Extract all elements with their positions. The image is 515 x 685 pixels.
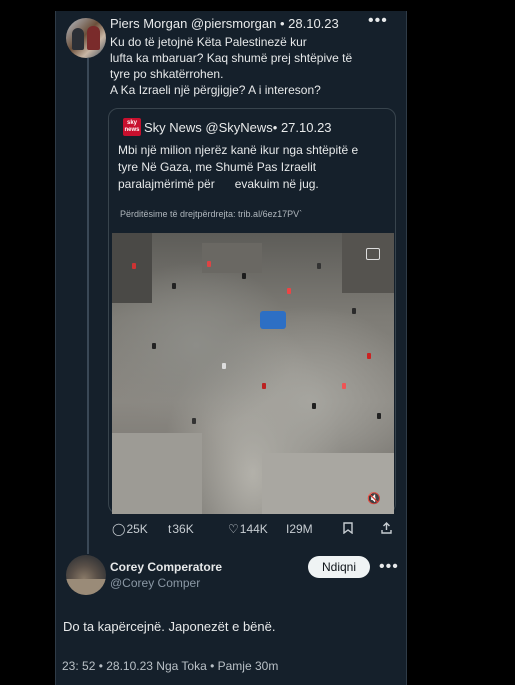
- photo-person: [317, 263, 321, 269]
- photo-person: [312, 403, 316, 409]
- avatar[interactable]: [66, 555, 106, 595]
- reply-author-name[interactable]: Corey Comperatore: [110, 560, 222, 574]
- photo-person: [242, 273, 246, 279]
- tweet-text-line: lufta ka mbaruar? Kaq shumë prej shtëpiv…: [110, 51, 353, 65]
- thread-line: [87, 58, 89, 554]
- photo-person: [152, 343, 156, 349]
- quoted-text-line: tyre Në Gaza, me Shumë Pas Izraelit: [118, 160, 317, 174]
- avatar[interactable]: [66, 18, 106, 58]
- share-icon: [381, 522, 392, 534]
- photo-person: [262, 383, 266, 389]
- like-button[interactable]: ♡144K: [228, 522, 268, 536]
- quoted-text-line: paralajmërimë për evakuim në jug.: [118, 177, 319, 191]
- avatar-ground: [66, 579, 106, 595]
- reply-meta[interactable]: 23: 52 • 28.10.23 Nga Toka • Pamje 30m: [62, 659, 278, 673]
- tweet-text-line: Ku do të jetojnë Këta Palestinezë kur: [110, 35, 307, 49]
- follow-button[interactable]: Ndiqni: [308, 556, 370, 578]
- photo-person: [287, 288, 291, 294]
- photo-person: [352, 308, 356, 314]
- more-icon[interactable]: •••: [368, 12, 388, 30]
- reply-count: 25K: [126, 522, 148, 536]
- reply-text: Do ta kapërcejnë. Japonezët e bënë.: [63, 619, 276, 634]
- avatar-figure: [87, 26, 100, 50]
- photo-person: [222, 363, 226, 369]
- tweet-text: Ku do të jetojnë Këta Palestinezë kur lu…: [110, 34, 398, 98]
- photo-person: [192, 418, 196, 424]
- photo-person: [207, 261, 211, 267]
- reply-icon: ◯: [112, 522, 126, 536]
- photo-person: [342, 383, 346, 389]
- like-count: 144K: [239, 522, 268, 536]
- more-icon[interactable]: •••: [379, 558, 399, 576]
- tweet-author-line[interactable]: Piers Morgan @piersmorgan • 28.10.23: [110, 16, 339, 31]
- mute-icon[interactable]: 🔇: [367, 492, 381, 505]
- reply-button[interactable]: ◯25K: [112, 522, 148, 536]
- repost-icon: t: [168, 522, 172, 536]
- views-button[interactable]: I29M: [286, 522, 313, 536]
- sky-news-logo: sky news: [123, 118, 141, 136]
- like-icon: ♡: [228, 522, 239, 536]
- tweet-text-line: A Ka Izraeli një përgjigje? A i intereso…: [110, 83, 321, 97]
- views-count: I29M: [286, 522, 313, 536]
- quoted-link[interactable]: Përditësime të drejtpërdrejta: trib.al/6…: [120, 209, 302, 219]
- photo-building: [202, 243, 262, 273]
- bookmark-button[interactable]: [343, 522, 353, 537]
- photo-rubble: [112, 433, 202, 514]
- photo-person: [132, 263, 136, 269]
- rubble-photo[interactable]: [112, 233, 394, 514]
- share-button[interactable]: [381, 522, 392, 537]
- repost-button[interactable]: t36K: [168, 522, 194, 536]
- media-icon[interactable]: [366, 248, 380, 260]
- repost-count: 36K: [172, 522, 194, 536]
- photo-person: [172, 283, 176, 289]
- bookmark-icon: [343, 522, 353, 535]
- photo-blue-tarp: [260, 311, 286, 329]
- photo-person: [377, 413, 381, 419]
- reply-author-handle[interactable]: @Corey Comper: [110, 576, 200, 590]
- photo-building: [342, 233, 394, 293]
- quoted-text-line: Mbi një milion njerëz kanë ikur nga shtë…: [118, 143, 359, 157]
- quoted-author-line[interactable]: Sky News @SkyNews• 27.10.23: [144, 120, 332, 135]
- photo-person: [367, 353, 371, 359]
- quoted-text: Mbi një milion njerëz kanë ikur nga shtë…: [118, 142, 390, 193]
- tweet-text-line: tyre po shkatërrohen.: [110, 67, 224, 81]
- avatar-figure: [72, 28, 84, 50]
